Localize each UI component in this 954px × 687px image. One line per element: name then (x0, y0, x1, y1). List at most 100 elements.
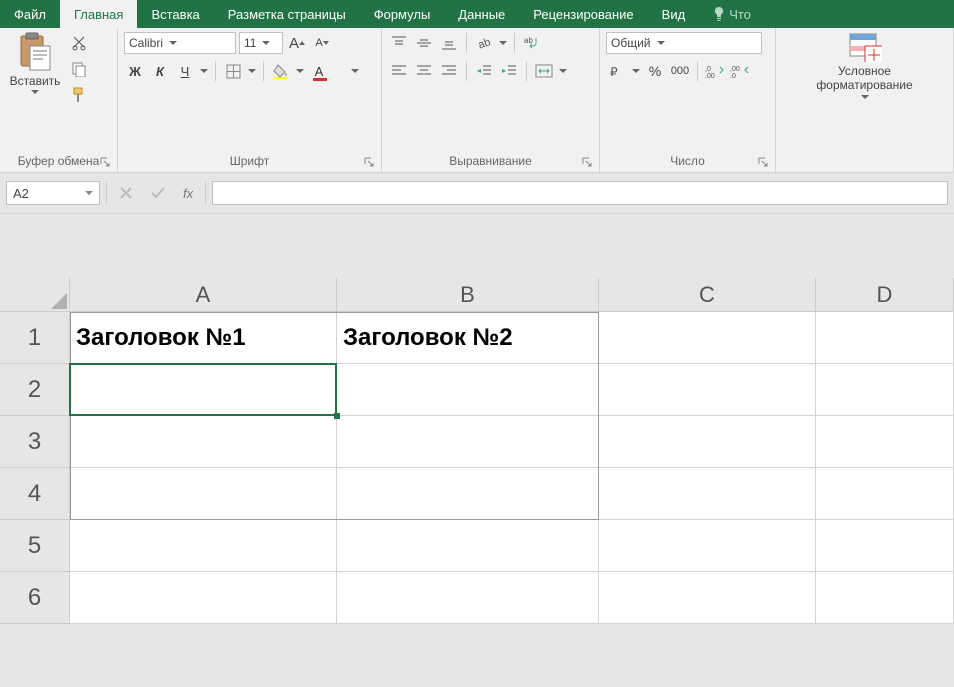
tab-insert[interactable]: Вставка (137, 0, 213, 28)
cell-C3[interactable] (599, 416, 816, 468)
row-header-5[interactable]: 5 (0, 520, 70, 572)
tab-page-layout[interactable]: Разметка страницы (214, 0, 360, 28)
tab-home[interactable]: Главная (60, 0, 137, 28)
increase-indent-button[interactable] (498, 60, 520, 82)
insert-function-button[interactable]: fx (177, 186, 199, 201)
cell-B2[interactable] (337, 364, 599, 416)
separator (466, 33, 467, 53)
accounting-format-button[interactable]: ₽ (606, 60, 628, 82)
align-middle-button[interactable] (413, 32, 435, 54)
svg-text:,0: ,0 (705, 66, 711, 73)
align-right-button[interactable] (438, 60, 460, 82)
number-launcher[interactable] (757, 156, 769, 168)
spreadsheet-grid[interactable]: A B C D 1 Заголовок №1 Заголовок №2 2 3 (0, 278, 954, 624)
cell-B1[interactable]: Заголовок №2 (337, 312, 599, 364)
name-box[interactable]: A2 (6, 181, 100, 205)
cell-A3[interactable] (70, 416, 337, 468)
row-header-3[interactable]: 3 (0, 416, 70, 468)
tab-formulas[interactable]: Формулы (360, 0, 445, 28)
fill-color-dropdown[interactable] (295, 60, 305, 82)
merge-dropdown[interactable] (558, 60, 568, 82)
underline-dropdown[interactable] (199, 60, 209, 82)
cell-A4[interactable] (70, 468, 337, 520)
chevron-down-icon (248, 69, 256, 74)
orientation-dropdown[interactable] (498, 32, 508, 54)
tab-review[interactable]: Рецензирование (519, 0, 647, 28)
cell-A5[interactable] (70, 520, 337, 572)
align-top-button[interactable] (388, 32, 410, 54)
alignment-launcher[interactable] (581, 156, 593, 168)
cell-B4[interactable] (337, 468, 599, 520)
row-header-6[interactable]: 6 (0, 572, 70, 624)
decrease-decimal-button[interactable]: ,00,0 (729, 60, 751, 82)
borders-dropdown[interactable] (247, 60, 257, 82)
font-color-dropdown[interactable] (350, 60, 360, 82)
cell-B5[interactable] (337, 520, 599, 572)
group-label-number: Число (670, 154, 705, 168)
font-name-combo[interactable]: Calibri (124, 32, 236, 54)
decrease-indent-button[interactable] (473, 60, 495, 82)
column-header-C[interactable]: C (599, 278, 816, 312)
cell-D2[interactable] (816, 364, 954, 416)
tell-me[interactable]: Что (699, 0, 765, 28)
decrease-font-button[interactable]: A (311, 32, 333, 54)
cell-B6[interactable] (337, 572, 599, 624)
cut-button[interactable] (68, 32, 90, 54)
cell-A6[interactable] (70, 572, 337, 624)
align-left-button[interactable] (388, 60, 410, 82)
increase-font-button[interactable]: A (286, 32, 308, 54)
cancel-formula-button[interactable] (113, 181, 139, 205)
increase-decimal-button[interactable]: ,0,00 (704, 60, 726, 82)
cell-A1[interactable]: Заголовок №1 (70, 312, 337, 364)
comma-style-button[interactable]: 000 (669, 60, 691, 82)
conditional-formatting-label: Условное форматирование (795, 64, 935, 93)
cell-C4[interactable] (599, 468, 816, 520)
tab-view[interactable]: Вид (648, 0, 700, 28)
cell-D5[interactable] (816, 520, 954, 572)
underline-button[interactable]: Ч (174, 60, 196, 82)
cell-C6[interactable] (599, 572, 816, 624)
tab-data[interactable]: Данные (444, 0, 519, 28)
number-format-combo[interactable]: Общий (606, 32, 762, 54)
format-painter-button[interactable] (68, 84, 90, 106)
check-icon (151, 187, 165, 199)
cell-D4[interactable] (816, 468, 954, 520)
cell-C5[interactable] (599, 520, 816, 572)
align-bottom-button[interactable] (438, 32, 460, 54)
column-header-D[interactable]: D (816, 278, 954, 312)
chevron-down-icon (499, 41, 507, 46)
cell-C1[interactable] (599, 312, 816, 364)
row-header-2[interactable]: 2 (0, 364, 70, 416)
paste-button[interactable]: Вставить (6, 32, 64, 95)
orientation-button[interactable]: ab (473, 32, 495, 54)
enter-formula-button[interactable] (145, 181, 171, 205)
scissors-icon (71, 35, 87, 51)
tab-file[interactable]: Файл (0, 0, 60, 28)
percent-button[interactable]: % (644, 60, 666, 82)
borders-button[interactable] (222, 60, 244, 82)
font-size-combo[interactable]: 11 (239, 32, 283, 54)
cell-C2[interactable] (599, 364, 816, 416)
row-header-1[interactable]: 1 (0, 312, 70, 364)
bold-button[interactable]: Ж (124, 60, 146, 82)
column-header-A[interactable]: A (70, 278, 337, 312)
fill-color-button[interactable] (270, 60, 292, 82)
column-header-B[interactable]: B (337, 278, 599, 312)
copy-button[interactable] (68, 58, 90, 80)
row-header-4[interactable]: 4 (0, 468, 70, 520)
accounting-dropdown[interactable] (631, 60, 641, 82)
cell-B3[interactable] (337, 416, 599, 468)
conditional-formatting-button[interactable]: Условное форматирование (795, 32, 935, 100)
formula-input[interactable] (212, 181, 948, 205)
cell-D3[interactable] (816, 416, 954, 468)
clipboard-launcher[interactable] (99, 156, 111, 168)
font-launcher[interactable] (363, 156, 375, 168)
cell-A2[interactable] (70, 364, 337, 416)
select-all-corner[interactable] (0, 278, 70, 312)
align-center-button[interactable] (413, 60, 435, 82)
cell-D6[interactable] (816, 572, 954, 624)
italic-button[interactable]: К (149, 60, 171, 82)
cell-D1[interactable] (816, 312, 954, 364)
wrap-text-button[interactable]: ab (521, 32, 543, 54)
merge-center-button[interactable] (533, 60, 555, 82)
